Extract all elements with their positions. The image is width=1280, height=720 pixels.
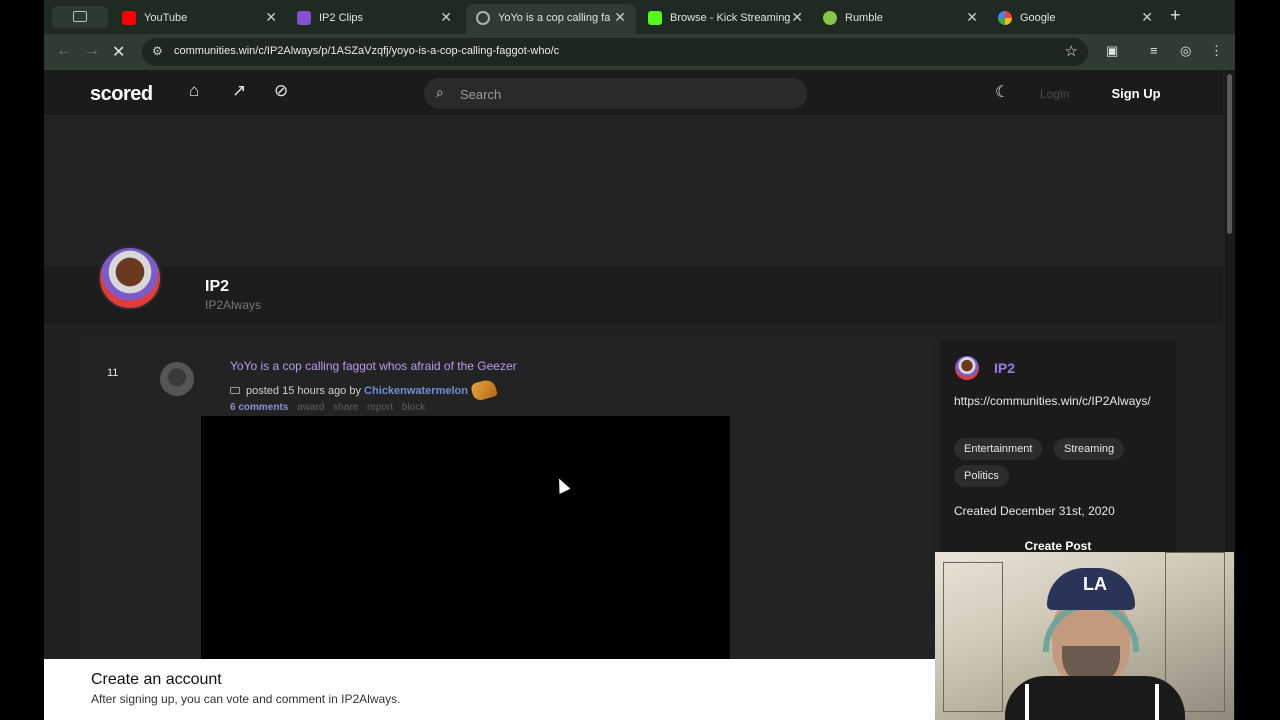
tag-streaming[interactable]: Streaming (1054, 438, 1125, 460)
video-icon (230, 387, 240, 394)
tab-search-button[interactable] (52, 6, 108, 28)
webcam-background-building (943, 562, 1003, 712)
tab-search-icon (73, 11, 87, 22)
tab-title: YouTube (144, 12, 188, 24)
cap-logo: LA (1083, 574, 1107, 594)
award-link[interactable]: award (297, 402, 324, 413)
scrollbar-thumb[interactable] (1227, 74, 1232, 234)
tab-title: IP2 Clips (319, 12, 364, 24)
tab-rumble[interactable]: Rumble ✕ (813, 4, 988, 34)
tab-google[interactable]: Google ✕ (988, 4, 1163, 34)
reload-icon[interactable]: ✕ (112, 42, 125, 62)
tab-active-post[interactable]: YoYo is a cop calling fagg ✕ (466, 4, 636, 34)
tag-politics[interactable]: Politics (954, 465, 1009, 487)
google-icon (998, 11, 1012, 25)
video-player[interactable] (201, 416, 730, 662)
create-account-heading: Create an account (91, 671, 222, 688)
post-actions: 6 comments award share report block (230, 402, 431, 413)
post-author[interactable]: Chickenwatermelon (364, 385, 468, 397)
search-input[interactable] (460, 84, 790, 104)
browser-toolbar: ← → ✕ ⚙ communities.win/c/IP2Always/p/1A… (44, 34, 1235, 70)
address-bar[interactable]: ⚙ communities.win/c/IP2Always/p/1ASZaVzq… (142, 38, 1088, 66)
tab-title: Rumble (845, 12, 883, 24)
profile-icon[interactable]: ◎ (1180, 43, 1191, 59)
media-control-icon[interactable]: ≡ (1150, 43, 1158, 58)
login-link[interactable]: Login (1040, 87, 1069, 101)
community-avatar (98, 246, 162, 310)
bookmark-star-icon[interactable]: ☆ (1065, 42, 1078, 60)
sidebar-community-url[interactable]: https://communities.win/c/IP2Always/ (954, 392, 1166, 411)
post-score: 11 (107, 367, 119, 379)
close-icon[interactable]: ✕ (1141, 9, 1153, 26)
explore-icon[interactable]: ⊘ (274, 81, 288, 101)
close-icon[interactable]: ✕ (265, 9, 277, 26)
post-title[interactable]: YoYo is a cop calling faggot whos afraid… (230, 359, 517, 373)
site-header: scored ⌂ ↗ ⊘ ⌕ ☾ Login Sign Up (44, 70, 1223, 116)
tab-title: Browse - Kick Streaming (670, 12, 790, 24)
jacket-stripe (1155, 684, 1159, 720)
share-link[interactable]: share (333, 402, 358, 413)
community-sidebar-card: IP2 https://communities.win/c/IP2Always/… (940, 340, 1176, 570)
youtube-icon (122, 11, 136, 25)
tag-entertainment[interactable]: Entertainment (954, 438, 1043, 460)
dark-mode-icon[interactable]: ☾ (995, 82, 1009, 102)
tab-kick[interactable]: Browse - Kick Streaming ✕ (638, 4, 813, 34)
close-icon[interactable]: ✕ (966, 9, 978, 26)
block-link[interactable]: block (402, 402, 425, 413)
sign-up-button[interactable]: Sign Up (1096, 79, 1176, 107)
home-icon[interactable]: ⌂ (189, 81, 199, 101)
search-box: ⌕ (424, 78, 807, 109)
menu-icon[interactable]: ⋮ (1210, 43, 1223, 59)
community-banner (44, 116, 1223, 266)
sidebar-community-avatar (955, 356, 979, 380)
tab-title: YoYo is a cop calling fagg (498, 12, 610, 24)
sidebar-community-name[interactable]: IP2 (994, 360, 1015, 376)
tab-youtube[interactable]: YouTube ✕ (112, 4, 287, 34)
ip2-icon (297, 11, 311, 25)
create-account-text: After signing up, you can vote and comme… (91, 692, 401, 706)
close-icon[interactable]: ✕ (440, 9, 452, 26)
community-name[interactable]: IP2 (205, 278, 229, 296)
webcam-overlay: LA (935, 552, 1234, 720)
rumble-icon (823, 11, 837, 25)
trending-icon[interactable]: ↗ (232, 81, 246, 101)
close-icon[interactable]: ✕ (791, 9, 803, 26)
forward-icon[interactable]: → (84, 42, 100, 60)
url-text[interactable]: communities.win/c/IP2Always/p/1ASZaVzqfj… (174, 45, 559, 57)
tab-strip: YouTube ✕ IP2 Clips ✕ YoYo is a cop call… (44, 0, 1235, 34)
community-slug: IP2Always (205, 298, 262, 312)
posted-text: posted 15 hours ago by (246, 385, 361, 397)
cast-icon[interactable]: ▣ (1106, 43, 1118, 59)
back-icon[interactable]: ← (56, 42, 72, 60)
kick-icon (648, 11, 662, 25)
new-tab-button[interactable]: + (1170, 5, 1181, 26)
tab-ip2-clips[interactable]: IP2 Clips ✕ (287, 4, 462, 34)
post-meta: posted 15 hours ago by Chickenwatermelon (230, 378, 498, 402)
loading-icon (476, 11, 490, 25)
site-info-icon[interactable]: ⚙ (152, 44, 163, 58)
search-icon: ⌕ (436, 84, 444, 100)
tab-title: Google (1020, 12, 1056, 24)
close-icon[interactable]: ✕ (614, 9, 626, 26)
post-thumbnail[interactable] (160, 362, 194, 396)
site-logo[interactable]: scored (90, 83, 153, 106)
comments-link[interactable]: 6 comments (230, 402, 288, 413)
chicken-flair-icon (470, 378, 498, 402)
report-link[interactable]: report (367, 402, 393, 413)
created-date: Created December 31st, 2020 (954, 504, 1115, 518)
jacket-stripe (1025, 684, 1029, 720)
